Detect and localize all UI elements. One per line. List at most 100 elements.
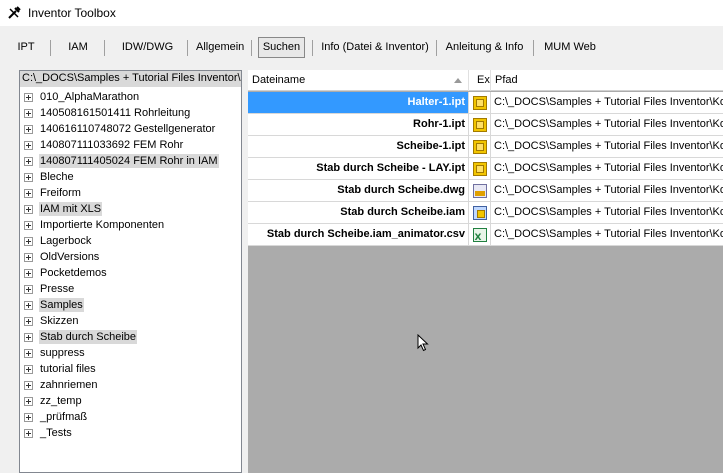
tree-item[interactable]: zz_temp — [24, 393, 83, 409]
file-name-cell[interactable]: Scheibe-1.ipt — [248, 136, 469, 157]
folder-tree[interactable]: C:\_DOCS\Samples + Tutorial Files Invent… — [19, 70, 242, 473]
file-name-cell[interactable]: Stab durch Scheibe.iam — [248, 202, 469, 223]
expand-plus-icon[interactable] — [24, 412, 33, 422]
tree-item-label: 140807111405024 FEM Rohr in IAM — [39, 154, 219, 168]
file-path-cell[interactable]: C:\_DOCS\Samples + Tutorial Files Invent… — [491, 158, 723, 179]
file-path-cell[interactable]: C:\_DOCS\Samples + Tutorial Files Invent… — [491, 92, 723, 113]
expand-plus-icon[interactable] — [24, 140, 33, 150]
tree-item[interactable]: IAM mit XLS — [24, 201, 103, 217]
expand-plus-icon[interactable] — [24, 252, 33, 262]
file-type-cell[interactable] — [469, 224, 491, 245]
file-name-cell[interactable]: Halter-1.ipt — [248, 92, 469, 113]
tree-item[interactable]: Bleche — [24, 169, 75, 185]
expand-plus-icon[interactable] — [24, 348, 33, 358]
file-path-cell[interactable]: C:\_DOCS\Samples + Tutorial Files Invent… — [491, 180, 723, 201]
table-row[interactable]: Rohr-1.ipt C:\_DOCS\Samples + Tutorial Fi… — [248, 114, 723, 136]
tree-item[interactable]: OldVersions — [24, 249, 100, 265]
file-path-cell[interactable]: C:\_DOCS\Samples + Tutorial Files Invent… — [491, 114, 723, 135]
column-header-dateiname[interactable]: Dateiname — [248, 70, 469, 91]
expand-plus-icon[interactable] — [24, 364, 33, 374]
column-header-ex[interactable]: Ex — [469, 70, 491, 91]
tree-item[interactable]: 010_AlphaMarathon — [24, 89, 140, 105]
tree-item-label: zahnriemen — [40, 379, 98, 391]
file-path-cell[interactable]: C:\_DOCS\Samples + Tutorial Files Invent… — [491, 136, 723, 157]
tree-item[interactable]: Importierte Komponenten — [24, 217, 165, 233]
file-type-cell[interactable] — [469, 158, 491, 179]
expand-plus-icon[interactable] — [24, 220, 33, 230]
expand-plus-icon[interactable] — [24, 108, 33, 118]
table-row[interactable]: Scheibe-1.ipt C:\_DOCS\Samples + Tutorial… — [248, 136, 723, 158]
file-name-cell[interactable]: Stab durch Scheibe - LAY.ipt — [248, 158, 469, 179]
column-header-pfad[interactable]: Pfad — [491, 70, 723, 91]
file-type-cell[interactable] — [469, 114, 491, 135]
tree-item-label: tutorial files — [40, 363, 96, 375]
tree-item[interactable]: suppress — [24, 345, 86, 361]
tab-bar: IPT IAM IDW/DWG Allgemein Suchen Info (D… — [0, 36, 723, 60]
tree-item[interactable]: Samples — [24, 297, 84, 313]
expand-plus-icon[interactable] — [24, 236, 33, 246]
file-path-cell[interactable]: C:\_DOCS\Samples + Tutorial Files Invent… — [491, 224, 723, 245]
expand-plus-icon[interactable] — [24, 268, 33, 278]
file-path-cell[interactable]: C:\_DOCS\Samples + Tutorial Files Invent… — [491, 202, 723, 223]
tree-item[interactable]: Freiform — [24, 185, 82, 201]
file-type-cell[interactable] — [469, 136, 491, 157]
tree-item-label: 140807111033692 FEM Rohr — [40, 139, 184, 151]
tree-item[interactable]: 140508161501411 Rohrleitung — [24, 105, 191, 121]
file-type-cell[interactable] — [469, 180, 491, 201]
table-row[interactable]: Stab durch Scheibe.dwg C:\_DOCS\Samples +… — [248, 180, 723, 202]
tree-root-path[interactable]: C:\_DOCS\Samples + Tutorial Files Invent… — [20, 71, 241, 87]
expand-plus-icon[interactable] — [24, 300, 33, 310]
expand-plus-icon[interactable] — [24, 284, 33, 294]
tree-item-label: Bleche — [40, 171, 74, 183]
expand-plus-icon[interactable] — [24, 124, 33, 134]
tree-item-label: Importierte Komponenten — [40, 219, 165, 231]
file-name-cell[interactable]: Stab durch Scheibe.iam_animator.csv — [248, 224, 469, 245]
dwg-file-icon — [472, 183, 487, 198]
expand-plus-icon[interactable] — [24, 188, 33, 198]
table-row[interactable]: Stab durch Scheibe.iam C:\_DOCS\Samples +… — [248, 202, 723, 224]
tab-ipt[interactable]: IPT — [16, 38, 36, 59]
tree-item-label: Pocketdemos — [40, 267, 107, 279]
tree-item[interactable]: Lagerbock — [24, 233, 92, 249]
expand-plus-icon[interactable] — [24, 172, 33, 182]
expand-plus-icon[interactable] — [24, 156, 33, 166]
tree-item[interactable]: _Tests — [24, 425, 73, 441]
expand-plus-icon[interactable] — [24, 316, 33, 326]
tree-item[interactable]: Stab durch Scheibe — [24, 329, 138, 345]
file-type-cell[interactable] — [469, 202, 491, 223]
tree-item-label: IAM mit XLS — [39, 202, 103, 216]
file-type-cell[interactable] — [469, 92, 491, 113]
tree-item[interactable]: Presse — [24, 281, 75, 297]
tree-item-label: Samples — [39, 298, 84, 312]
tab-info-datei-inventor[interactable]: Info (Datei & Inventor) — [320, 38, 430, 59]
tree-item-label: Lagerbock — [40, 235, 92, 247]
title-bar: Inventor Toolbox — [0, 0, 723, 26]
results-grid[interactable]: Dateiname Ex Pfad Halter-1.ipt C:\_DOCS\S… — [248, 70, 723, 473]
tree-item[interactable]: 140616110748072 Gestellgenerator — [24, 121, 216, 137]
ipt-file-icon — [472, 161, 487, 176]
file-name-cell[interactable]: Rohr-1.ipt — [248, 114, 469, 135]
file-name-cell[interactable]: Stab durch Scheibe.dwg — [248, 180, 469, 201]
expand-plus-icon[interactable] — [24, 396, 33, 406]
expand-plus-icon[interactable] — [24, 332, 33, 342]
tab-allgemein[interactable]: Allgemein — [196, 38, 244, 59]
tab-suchen[interactable]: Suchen — [258, 37, 305, 58]
table-row[interactable]: Halter-1.ipt C:\_DOCS\Samples + Tutorial … — [248, 92, 723, 114]
tree-item[interactable]: Pocketdemos — [24, 265, 108, 281]
expand-plus-icon[interactable] — [24, 204, 33, 214]
tree-item[interactable]: tutorial files — [24, 361, 97, 377]
table-row[interactable]: Stab durch Scheibe.iam_animator.csv C:\_D… — [248, 224, 723, 246]
tab-iam[interactable]: IAM — [66, 38, 90, 59]
table-row[interactable]: Stab durch Scheibe - LAY.ipt C:\_DOCS\Sam… — [248, 158, 723, 180]
expand-plus-icon[interactable] — [24, 428, 33, 438]
expand-plus-icon[interactable] — [24, 380, 33, 390]
tree-item[interactable]: _prüfmaß — [24, 409, 88, 425]
tree-item[interactable]: zahnriemen — [24, 377, 98, 393]
tab-mum-web[interactable]: MUM Web — [541, 38, 599, 59]
tab-idw-dwg[interactable]: IDW/DWG — [117, 38, 178, 59]
tree-item[interactable]: 140807111405024 FEM Rohr in IAM — [24, 153, 219, 169]
tree-item[interactable]: 140807111033692 FEM Rohr — [24, 137, 184, 153]
expand-plus-icon[interactable] — [24, 92, 33, 102]
tree-item[interactable]: Skizzen — [24, 313, 80, 329]
tab-anleitung-info[interactable]: Anleitung & Info — [444, 38, 525, 59]
